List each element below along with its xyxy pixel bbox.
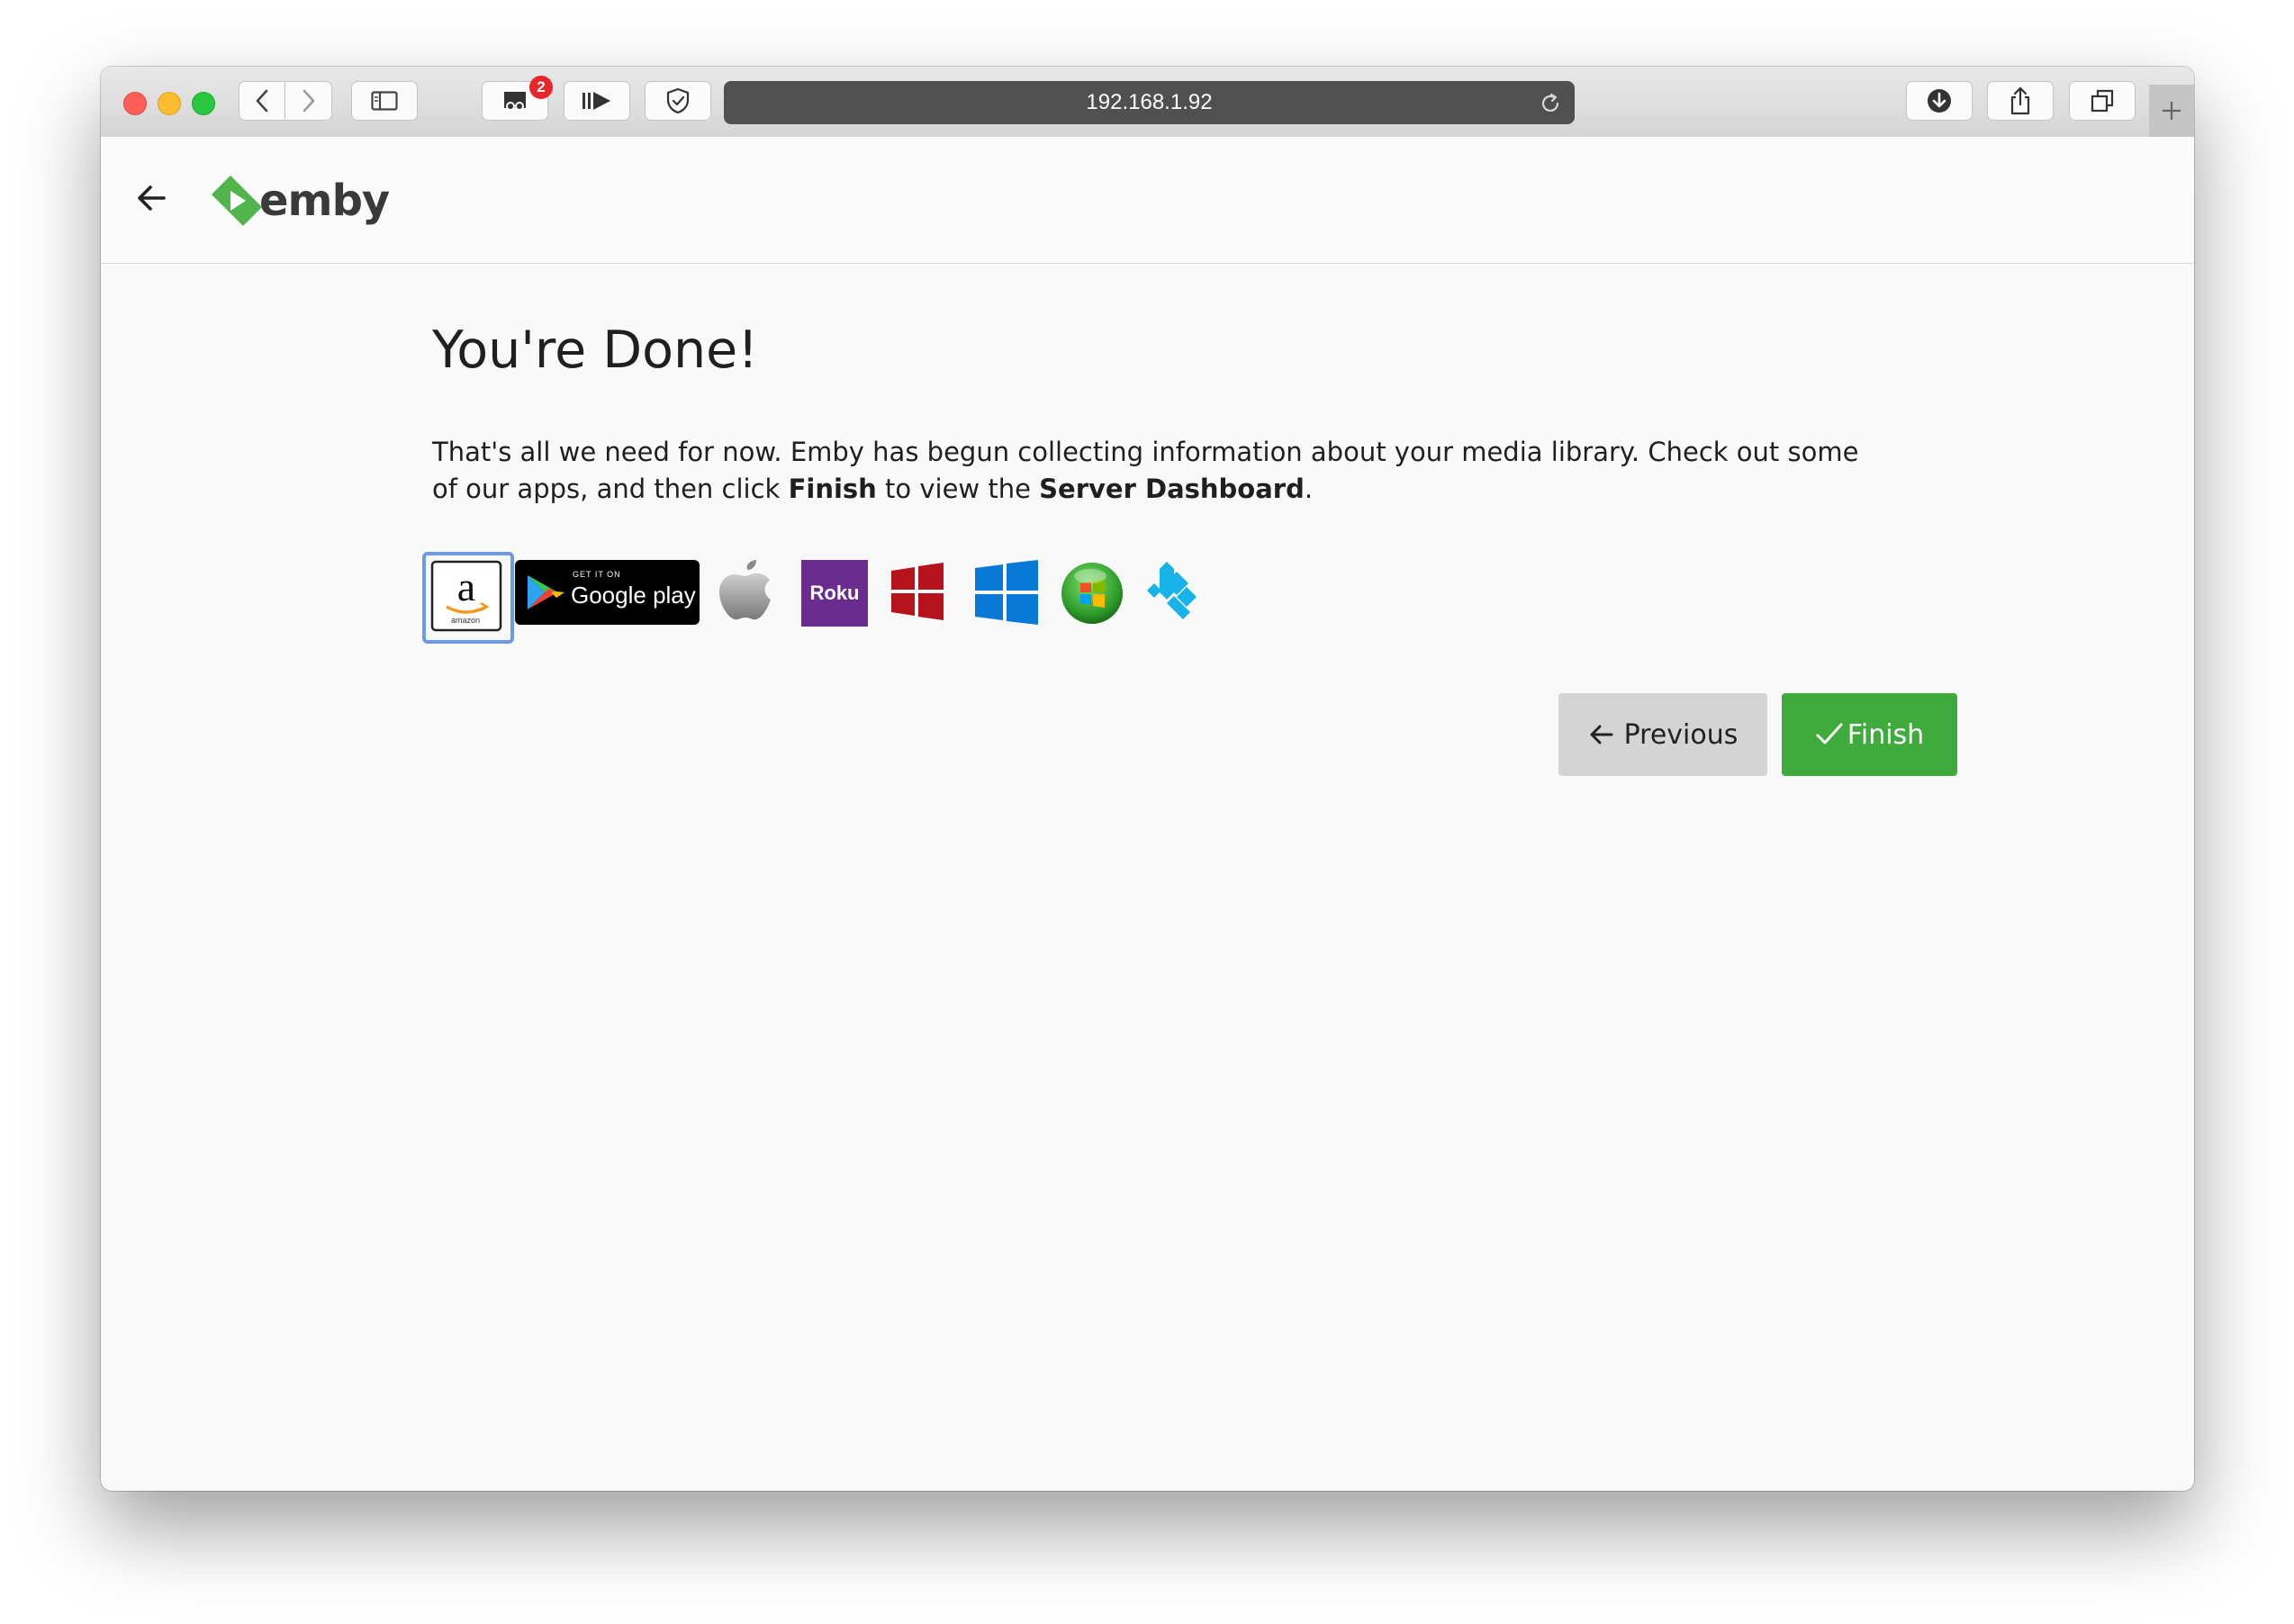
message-finish-bold: Finish — [788, 474, 877, 504]
browser-toolbar: 2 192.168.1.92 — [101, 67, 2194, 138]
close-window-button[interactable] — [123, 92, 147, 115]
share-button[interactable] — [1987, 81, 2054, 121]
google-play-big-text: Google play — [571, 582, 696, 609]
share-icon — [2010, 86, 2030, 115]
sidebar-button[interactable] — [351, 81, 418, 121]
reload-icon[interactable] — [1539, 92, 1562, 115]
minimize-window-button[interactable] — [158, 92, 181, 115]
extension-icon — [504, 92, 526, 111]
emby-logo[interactable]: emby — [211, 175, 390, 227]
previous-button[interactable]: Previous — [1558, 693, 1767, 776]
amazon-label: amazon — [451, 616, 480, 625]
roku-label: Roku — [810, 582, 860, 604]
check-icon — [1816, 723, 1843, 744]
downloads-button[interactable] — [1906, 81, 1973, 121]
message-text-2: to view the — [876, 474, 1040, 504]
back-arrow-icon[interactable] — [133, 180, 169, 216]
tab-overview-button[interactable] — [2069, 81, 2136, 121]
finish-button[interactable]: Finish — [1782, 693, 1957, 776]
zoom-window-button[interactable] — [192, 92, 215, 115]
tabs-icon — [2091, 89, 2114, 113]
amazon-appstore-link[interactable]: a amazon — [421, 551, 515, 645]
message-dashboard-bold: Server Dashboard — [1039, 474, 1305, 504]
arrow-left-icon — [1590, 725, 1613, 744]
media-center-icon[interactable] — [1061, 562, 1124, 625]
url-text: 192.168.1.92 — [1086, 90, 1213, 114]
completion-message: That's all we need for now. Emby has beg… — [432, 434, 1873, 508]
browser-window: 2 192.168.1.92 emby You're Done! That's … — [101, 67, 2194, 1491]
kodi-icon[interactable] — [1143, 560, 1210, 627]
windows-phone-icon[interactable] — [890, 562, 945, 621]
download-icon — [1928, 89, 1951, 113]
sidebar-icon — [371, 91, 398, 111]
browser-forward-button[interactable] — [285, 81, 332, 121]
google-play-link[interactable]: GET IT ON Google play — [515, 560, 700, 625]
message-text-3: . — [1304, 474, 1314, 504]
apple-icon[interactable] — [717, 560, 776, 627]
svg-text:a: a — [457, 564, 475, 609]
finish-label: Finish — [1847, 718, 1925, 751]
emby-logo-icon — [212, 176, 262, 226]
history-nav — [239, 81, 332, 121]
app-links: a amazon GET IT ON Google play Roku — [422, 551, 1242, 644]
new-tab-icon — [2163, 102, 2181, 120]
browser-back-button[interactable] — [239, 81, 285, 121]
logo-text: emby — [259, 176, 390, 226]
forward-chevron-icon — [303, 89, 314, 113]
address-bar[interactable]: 192.168.1.92 — [724, 81, 1575, 124]
shield-icon — [666, 87, 690, 114]
page-title: You're Done! — [432, 320, 759, 380]
roku-link[interactable]: Roku — [801, 560, 868, 627]
google-play-small-text: GET IT ON — [573, 570, 621, 579]
media-icon — [583, 92, 610, 110]
privacy-button[interactable] — [645, 81, 711, 121]
new-tab-button[interactable] — [2149, 85, 2194, 137]
windows-icon[interactable] — [974, 560, 1039, 625]
app-header: emby — [101, 137, 2194, 264]
previous-label: Previous — [1623, 718, 1739, 751]
extension-badge: 2 — [529, 76, 553, 99]
media-button[interactable] — [564, 81, 630, 121]
back-chevron-icon — [256, 89, 268, 113]
